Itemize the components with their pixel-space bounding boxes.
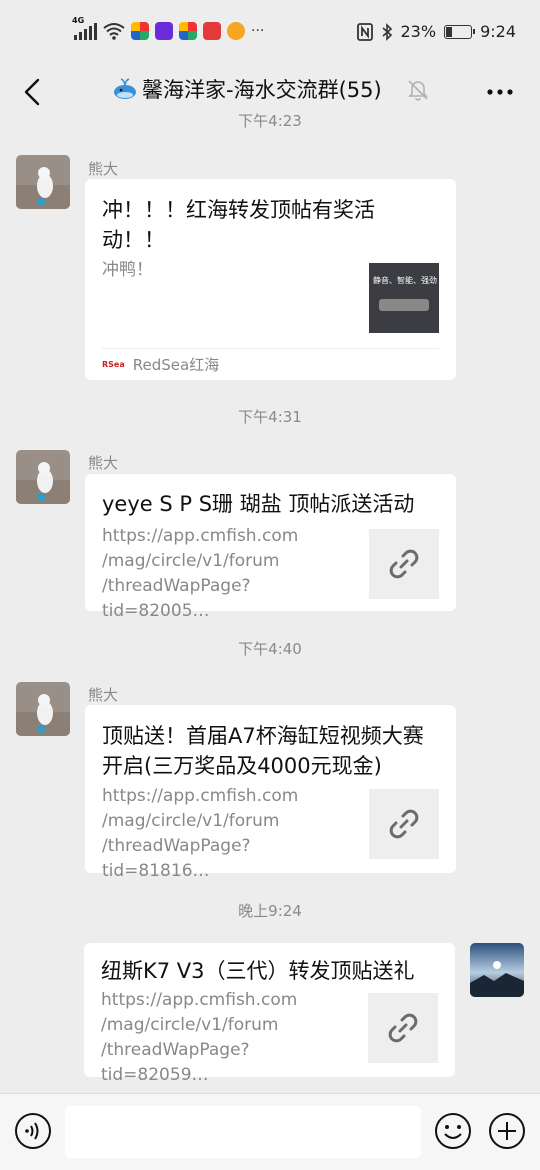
- source-name: RedSea红海: [132, 356, 220, 374]
- card-description: https://app.cmfish.com /mag/circle/v1/fo…: [101, 990, 298, 1085]
- plus-icon[interactable]: [488, 1112, 526, 1150]
- back-icon[interactable]: [16, 74, 52, 110]
- my-avatar[interactable]: [470, 943, 524, 997]
- redsea-logo-icon: RSea: [102, 360, 125, 369]
- card-thumbnail: 静音、智能、强劲: [369, 263, 439, 333]
- message-timestamp: 下午4:23: [238, 112, 302, 130]
- link-icon: [389, 549, 419, 579]
- overflow-notifications-icon: ···: [251, 23, 265, 39]
- avatar[interactable]: [16, 450, 70, 504]
- input-bar: [0, 1093, 540, 1170]
- link-icon: [388, 1013, 418, 1043]
- link-icon: [389, 809, 419, 839]
- app-notification-icon: [131, 22, 149, 40]
- system-status: 23% 9:24: [356, 22, 516, 41]
- sender-name: 熊大: [88, 160, 119, 178]
- notification-icons: 4G ···: [72, 16, 265, 40]
- link-card[interactable]: 纽斯K7 V3（三代）转发顶贴送礼 https://app.cmfish.com…: [84, 943, 455, 1085]
- link-thumbnail: [368, 993, 438, 1063]
- chat-title[interactable]: 馨海洋家-海水交流群(55): [112, 74, 382, 104]
- voice-icon[interactable]: [14, 1112, 52, 1150]
- card-description: https://app.cmfish.com /mag/circle/v1/fo…: [102, 526, 299, 621]
- link-thumbnail: [369, 529, 439, 599]
- card-description: 冲鸭！: [102, 260, 153, 280]
- avatar[interactable]: [16, 155, 70, 209]
- battery-percent: 23%: [400, 22, 437, 41]
- emoji-icon[interactable]: [434, 1112, 472, 1150]
- link-card[interactable]: 顶贴送！首届A7杯海缸短视频大赛开启(三万奖品及4000元现金) https:/…: [85, 705, 456, 881]
- message-timestamp: 下午4:40: [238, 640, 302, 658]
- link-thumbnail: [369, 789, 439, 859]
- card-title: yeye S P S珊 瑚盐 顶帖派送活动: [102, 492, 415, 516]
- weibo-icon: [227, 22, 245, 40]
- message-timestamp: 下午4:31: [238, 408, 302, 426]
- news-app-icon: [203, 22, 221, 40]
- message-timestamp: 晚上9:24: [238, 902, 302, 920]
- sender-name: 熊大: [88, 686, 119, 704]
- message-input[interactable]: [65, 1106, 421, 1158]
- app-notification-icon: [179, 22, 197, 40]
- card-description: https://app.cmfish.com /mag/circle/v1/fo…: [102, 786, 299, 881]
- card-title: 冲！！！红海转发顶帖有奖活动！！: [102, 198, 375, 252]
- signal-icon: 4G: [72, 16, 97, 40]
- avatar[interactable]: [16, 682, 70, 736]
- card-title: 顶贴送！首届A7杯海缸短视频大赛开启(三万奖品及4000元现金): [102, 724, 424, 778]
- mute-icon: [408, 80, 428, 101]
- status-bar: 4G ··· 23% 9:24: [0, 0, 540, 66]
- wifi-icon: [103, 23, 125, 40]
- nfc-icon: [356, 22, 373, 41]
- link-card[interactable]: 冲！！！红海转发顶帖有奖活动！！ 冲鸭！ 静音、智能、强劲 RSea RedSe…: [85, 179, 456, 380]
- video-app-icon: [155, 22, 173, 40]
- chat-title-text: 馨海洋家-海水交流群(55): [142, 78, 382, 102]
- bluetooth-icon: [381, 22, 392, 41]
- sender-name: 熊大: [88, 454, 119, 472]
- battery-icon: [444, 24, 476, 39]
- more-icon[interactable]: [484, 76, 516, 108]
- card-title: 纽斯K7 V3（三代）转发顶贴送礼: [101, 959, 415, 983]
- card-source: RSea RedSea红海: [102, 348, 439, 380]
- whale-icon: [114, 78, 136, 99]
- thumbnail-caption: 静音、智能、强劲: [373, 276, 437, 285]
- link-card[interactable]: yeye S P S珊 瑚盐 顶帖派送活动 https://app.cmfish…: [85, 474, 456, 621]
- clock: 9:24: [480, 22, 516, 41]
